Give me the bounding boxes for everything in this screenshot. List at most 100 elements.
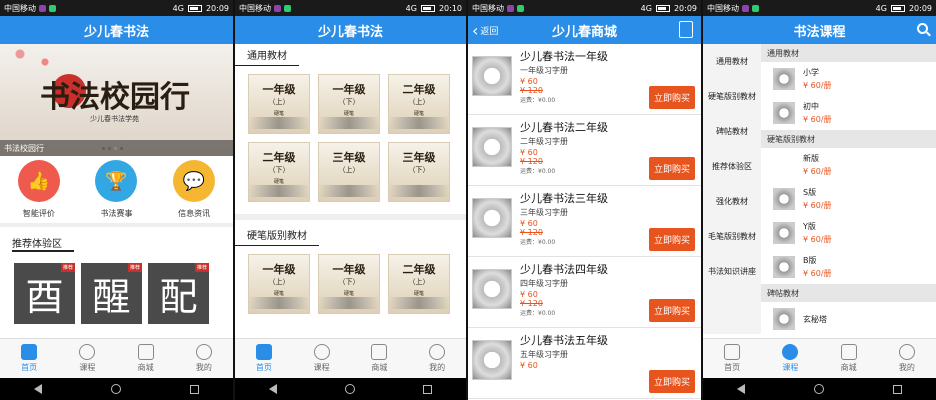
page-title: 少儿春书法 xyxy=(83,24,149,40)
quick-label: 书法赛事 xyxy=(100,209,133,218)
course-item[interactable]: 玄秘塔 xyxy=(761,302,936,336)
tab-shop[interactable]: 商城 xyxy=(820,339,878,378)
search-icon[interactable] xyxy=(917,23,928,34)
banner-caption: 书法校园行 xyxy=(0,140,233,156)
carrier-label: 中国移动 xyxy=(472,3,504,13)
buy-now-button[interactable]: 立即购买 xyxy=(648,86,695,109)
book-type: 硬笔 xyxy=(273,111,284,117)
book-card[interactable]: 二年级 （下） 硬笔 xyxy=(248,142,310,202)
tab-profile[interactable]: 我的 xyxy=(175,339,233,378)
tab-home[interactable]: 首页 xyxy=(235,339,293,378)
course-item[interactable]: Y版 ¥ 60/册 xyxy=(761,216,936,250)
product-row[interactable]: 少儿春书法四年级 四年级习字册 ¥ 60 ¥ 120 运费：¥0.00 立即购买 xyxy=(468,257,701,328)
play-icon xyxy=(782,344,799,360)
book-card[interactable]: 二年级 （上） 硬笔 xyxy=(388,74,450,134)
book-card[interactable]: 一年级 （下） 硬笔 xyxy=(318,254,380,314)
course-item[interactable]: 新版 ¥ 60/册 xyxy=(761,148,936,182)
tab-courses[interactable]: 课程 xyxy=(293,339,351,378)
battery-icon xyxy=(420,4,435,12)
back-icon[interactable] xyxy=(34,384,43,394)
group-header: 通用教材 xyxy=(761,44,936,62)
app-notif-icon xyxy=(742,4,749,12)
char-card[interactable]: 醒推荐 xyxy=(81,263,142,324)
course-item[interactable]: S版 ¥ 60/册 xyxy=(761,182,936,216)
home-circle-icon[interactable] xyxy=(345,384,355,394)
product-row[interactable]: 少儿春书法二年级 二年级习字册 ¥ 60 ¥ 120 运费：¥0.00 立即购买 xyxy=(468,115,701,186)
status-bar: 中国移动 4G 20:09 xyxy=(468,0,701,16)
page-title: 少儿春商城 xyxy=(551,24,617,40)
book-card[interactable]: 二年级 （上） 硬笔 xyxy=(388,254,450,314)
network-label: 4G xyxy=(405,3,417,13)
course-thumbnail xyxy=(773,222,795,244)
buy-now-button[interactable]: 立即购买 xyxy=(648,299,695,322)
sidebar-item[interactable]: 碑帖教材 xyxy=(703,114,761,149)
buy-now-button[interactable]: 立即购买 xyxy=(648,370,695,393)
app-notif-icon xyxy=(752,4,759,12)
orders-icon[interactable] xyxy=(679,21,693,38)
back-button[interactable]: ‹ 返回 xyxy=(472,21,498,40)
tab-profile[interactable]: 我的 xyxy=(408,339,466,378)
trophy-icon: 🏆 xyxy=(95,160,138,202)
quick-news[interactable]: 💬 信息资讯 xyxy=(173,160,216,219)
product-row[interactable]: 少儿春书法三年级 三年级习字册 ¥ 60 ¥ 120 运费：¥0.00 立即购买 xyxy=(468,186,701,257)
tab-home[interactable]: 首页 xyxy=(0,339,58,378)
recents-icon[interactable] xyxy=(423,384,432,394)
sidebar-item[interactable]: 推荐体验区 xyxy=(703,149,761,184)
back-icon[interactable] xyxy=(269,384,277,394)
buy-now-button[interactable]: 立即购买 xyxy=(648,228,695,251)
book-card[interactable]: 三年级 （上） xyxy=(318,142,380,202)
quick-competition[interactable]: 🏆 书法赛事 xyxy=(95,160,138,219)
book-grid: 一年级 （上） 硬笔 一年级 （下） 硬笔 二年级 （上） 硬笔 二年级 （下） 硬笔 三年级 （上） 三年… xyxy=(235,66,466,210)
product-subtitle: 一年级习字册 xyxy=(520,66,568,75)
course-name: Y版 xyxy=(803,222,816,231)
course-text: Y版 ¥ 60/册 xyxy=(803,221,832,245)
char-card[interactable]: 酉推荐 xyxy=(14,263,75,324)
recents-icon[interactable] xyxy=(189,384,199,394)
ink-wash-decoration xyxy=(389,297,449,309)
book-card[interactable]: 一年级 （上） 硬笔 xyxy=(248,74,310,134)
book-type: 硬笔 xyxy=(343,111,354,117)
sidebar-item[interactable]: 书法知识讲座 xyxy=(703,254,761,289)
recents-icon[interactable] xyxy=(892,384,902,394)
course-thumbnail xyxy=(773,308,795,330)
carrier-label: 中国移动 xyxy=(239,3,271,13)
book-term: （上） xyxy=(268,278,290,286)
battery-icon xyxy=(187,4,202,12)
tab-shop[interactable]: 商城 xyxy=(351,339,409,378)
product-row[interactable]: 少儿春书法五年级 五年级习字册 ¥ 60 立即购买 xyxy=(468,328,701,399)
home-circle-icon[interactable] xyxy=(813,384,824,394)
tab-courses[interactable]: 课程 xyxy=(58,339,116,378)
home-icon xyxy=(724,344,741,360)
sidebar-item[interactable]: 强化教材 xyxy=(703,184,761,219)
book-card[interactable]: 一年级 （下） 硬笔 xyxy=(318,74,380,134)
sidebar-item[interactable]: 通用教材 xyxy=(703,44,761,79)
char-card[interactable]: 配推荐 xyxy=(148,263,209,324)
course-item[interactable]: 小学 ¥ 60/册 xyxy=(761,62,936,96)
shop-screen: 中国移动 4G 20:09 ‹ 返回 少儿春商城 少儿春书法一年级 一年级习字册 ¥ 6… xyxy=(468,0,701,400)
tab-profile[interactable]: 我的 xyxy=(878,339,936,378)
home-circle-icon[interactable] xyxy=(110,384,121,394)
ink-wash-decoration xyxy=(319,117,379,129)
book-grade: 二年级 xyxy=(262,151,296,164)
tab-shop[interactable]: 商城 xyxy=(117,339,175,378)
buy-now-button[interactable]: 立即购买 xyxy=(648,157,695,180)
tab-courses[interactable]: 课程 xyxy=(761,339,819,378)
book-card[interactable]: 一年级 （上） 硬笔 xyxy=(248,254,310,314)
course-item[interactable]: 初中 ¥ 60/册 xyxy=(761,96,936,130)
back-icon[interactable] xyxy=(737,384,746,394)
status-bar: 中国移动 4G 20:09 xyxy=(0,0,233,16)
sidebar-item[interactable]: 硬笔版别教材 xyxy=(703,79,761,114)
course-item[interactable]: B版 ¥ 60/册 xyxy=(761,250,936,284)
book-term: （上） xyxy=(338,166,360,174)
section-title: 硬笔版别教材 xyxy=(235,224,319,246)
sidebar-item[interactable]: 毛笔版别教材 xyxy=(703,219,761,254)
clock: 20:09 xyxy=(205,3,229,13)
book-card[interactable]: 三年级 （下） xyxy=(388,142,450,202)
product-row[interactable]: 少儿春书法一年级 一年级习字册 ¥ 60 ¥ 120 运费：¥0.00 立即购买 xyxy=(468,44,701,115)
network-label: 4G xyxy=(875,3,887,13)
ink-wash-decoration xyxy=(249,297,309,309)
banner-carousel[interactable]: 书法校园行 少儿春书法学苑 书法校园行 xyxy=(0,44,233,156)
person-icon xyxy=(429,344,446,360)
tab-home[interactable]: 首页 xyxy=(703,339,761,378)
quick-smart-eval[interactable]: 👍 智能评价 xyxy=(17,160,60,219)
